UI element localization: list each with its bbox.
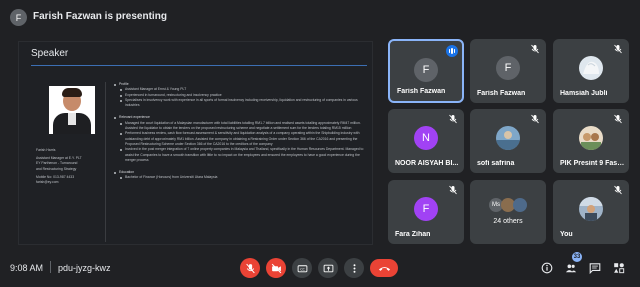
self-name: You (560, 231, 573, 238)
chat-button[interactable] (588, 261, 602, 275)
chat-icon (589, 263, 601, 274)
camera-toggle-button[interactable] (266, 258, 286, 278)
captions-button[interactable]: CC (292, 258, 312, 278)
participant-avatar: F (496, 56, 520, 80)
self-tile[interactable]: You (553, 180, 629, 244)
participant-name: Farish Fazwan (397, 88, 446, 95)
participant-tile[interactable]: sofi safrina (470, 109, 546, 173)
captions-icon: CC (297, 264, 307, 272)
leave-call-button[interactable] (370, 259, 398, 277)
bullet: Involved in the post merger integration … (117, 147, 369, 163)
slide-title-rule (31, 65, 367, 66)
people-icon (565, 264, 577, 273)
speaker-photo (49, 86, 95, 134)
mic-off-icon (449, 114, 457, 124)
divider (50, 261, 51, 273)
participant-tile[interactable]: Hamsiah Jubli (553, 39, 629, 103)
camera-off-icon (271, 263, 281, 273)
mic-toggle-button[interactable] (240, 258, 260, 278)
mic-off-icon (531, 114, 539, 124)
bullet: Managed the court liquidation of a Malay… (117, 121, 369, 132)
participant-name: NOOR AISYAH BI... (395, 160, 459, 167)
activities-icon (614, 263, 625, 274)
participant-name: sofi safrina (477, 160, 515, 167)
participant-avatar (496, 126, 520, 150)
participant-name: PIK Presint 9 Fasa ... (560, 160, 625, 167)
mic-off-icon (614, 44, 622, 54)
mic-off-icon (614, 114, 622, 124)
participant-tile[interactable]: N NOOR AISYAH BI... (388, 109, 464, 173)
bottom-toolbar: 9:08 AM pdu-jyzg-kwz CC 33 (0, 252, 640, 287)
speaker-email: farish@ey.com (36, 180, 59, 185)
others-count-label: 24 others (493, 218, 523, 225)
presenting-banner: F Farish Fazwan is presenting (0, 0, 640, 34)
mic-off-icon (531, 44, 539, 54)
participant-name: Farish Fazwan (477, 90, 526, 97)
mic-off-icon (245, 263, 255, 273)
meeting-details-button[interactable] (540, 261, 554, 275)
bullet: Performed business review, cash flow for… (117, 131, 369, 147)
participant-count-badge: 33 (572, 252, 582, 262)
shared-screen[interactable]: Speaker Farish Harris Assistant Manager … (10, 38, 380, 248)
people-button[interactable] (564, 261, 578, 275)
presenter-avatar: F (10, 9, 27, 26)
present-icon (323, 264, 333, 272)
svg-text:CC: CC (300, 267, 305, 271)
participant-avatar (579, 56, 603, 80)
slide-content: Profile Assistant Manager at Ernst & You… (111, 80, 369, 181)
other-avatar (513, 198, 527, 212)
presenting-label: Farish Fazwan is presenting (33, 11, 167, 22)
bullet: Specialises in insolvency work with expe… (117, 98, 369, 109)
others-group: Ms 24 others (470, 198, 546, 225)
slide-divider (105, 82, 106, 242)
participant-tile[interactable]: PIK Presint 9 Fasa ... (553, 109, 629, 173)
participant-avatar: F (414, 197, 438, 221)
participant-avatar (579, 126, 603, 150)
participant-tile[interactable]: F Farish Fazwan (388, 39, 464, 103)
mic-off-icon (449, 185, 457, 195)
info-icon (541, 262, 553, 274)
present-button[interactable] (318, 258, 338, 278)
self-avatar (579, 197, 603, 221)
meeting-code[interactable]: pdu-jyzg-kwz (58, 263, 111, 273)
participant-name: Fara Zihan (395, 231, 431, 238)
clock: 9:08 AM (10, 263, 44, 273)
more-vert-icon (353, 263, 355, 273)
speaker-info: Farish Harris Assistant Manager at E.Y. … (36, 148, 98, 185)
participant-avatar: N (414, 126, 438, 150)
participant-tile[interactable]: F Fara Zihan (388, 180, 464, 244)
participant-avatar: F (414, 58, 438, 82)
activities-button[interactable] (612, 261, 626, 275)
bullet: Bachelor of Finance (Honours) from Unive… (117, 175, 369, 180)
hang-up-icon (378, 266, 390, 271)
mic-off-icon (614, 185, 622, 195)
others-tile[interactable]: Ms 24 others (470, 180, 546, 244)
slide: Speaker Farish Harris Assistant Manager … (18, 41, 373, 245)
more-options-button[interactable] (344, 258, 364, 278)
speaking-indicator-icon (446, 45, 458, 57)
participant-tile[interactable]: F Farish Fazwan (470, 39, 546, 103)
slide-title: Speaker (31, 48, 69, 59)
participant-name: Hamsiah Jubli (560, 90, 608, 97)
